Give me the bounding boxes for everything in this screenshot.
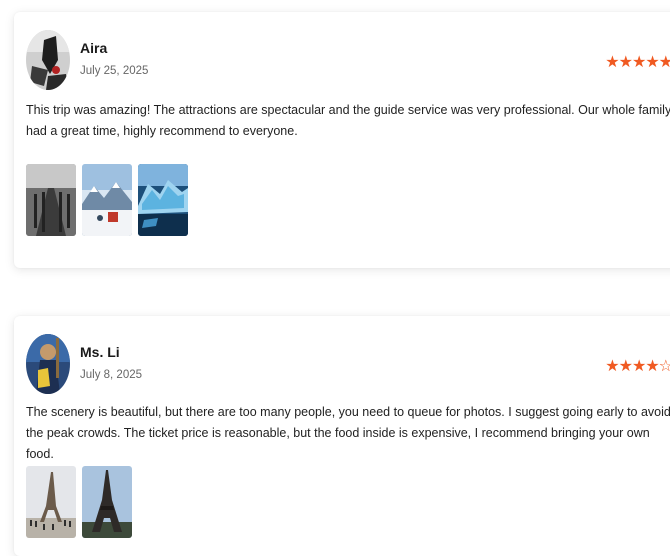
star-filled-icon: ★ (618, 358, 633, 375)
star-filled-icon: ★ (618, 54, 633, 71)
star-filled-icon: ★ (658, 54, 670, 71)
reviewer-name: Aira (80, 40, 108, 56)
star-rating: ★★★★★ (605, 52, 670, 72)
eiffel-tower-plaza-photo[interactable] (26, 466, 76, 538)
review-photos (26, 164, 188, 236)
star-empty-icon: ☆ (658, 358, 670, 375)
glacier-ice-photo[interactable] (138, 164, 188, 236)
user-avatar[interactable] (26, 30, 70, 90)
pier-photo[interactable] (26, 164, 76, 236)
star-filled-icon: ★ (645, 358, 659, 375)
review-date: July 8, 2025 (80, 369, 143, 381)
review-card: Aira July 25, 2025 ★★★★★ This trip was a… (14, 12, 670, 268)
star-filled-icon: ★ (605, 54, 619, 71)
review-text: The scenery is beautiful, but there are … (26, 405, 670, 461)
review-photos (26, 466, 132, 538)
review-card: Ms. Li July 8, 2025 ★★★★☆ The scenery is… (14, 316, 670, 556)
star-filled-icon: ★ (631, 54, 646, 71)
star-rating: ★★★★☆ (605, 356, 670, 376)
star-filled-icon: ★ (605, 358, 619, 375)
star-filled-icon: ★ (645, 54, 659, 71)
eiffel-tower-photo[interactable] (82, 466, 132, 538)
user-avatar[interactable] (26, 334, 70, 394)
star-filled-icon: ★ (631, 358, 646, 375)
snowy-mountain-photo[interactable] (82, 164, 132, 236)
reviewer-name: Ms. Li (80, 344, 120, 360)
review-date: July 25, 2025 (80, 65, 149, 77)
review-text: This trip was amazing! The attractions a… (26, 103, 670, 138)
